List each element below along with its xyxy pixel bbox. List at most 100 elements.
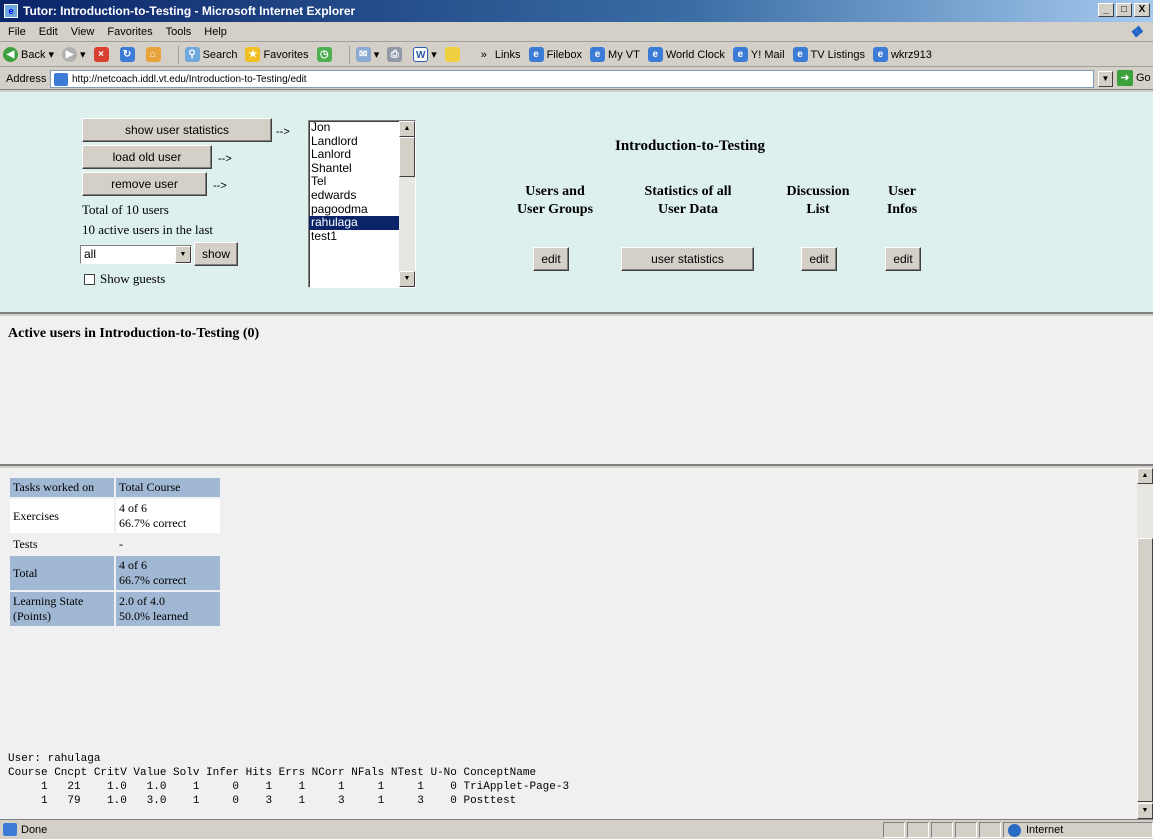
toolbar-separator (177, 45, 179, 64)
table-row: Exercises 4 of 6 66.7% correct (10, 499, 220, 533)
user-statistics-button[interactable]: user statistics (621, 247, 754, 271)
scroll-thumb[interactable] (399, 137, 415, 177)
table-header-cell: Tasks worked on (10, 478, 114, 497)
page-icon: e (528, 47, 544, 62)
list-item[interactable]: test1 (309, 229, 399, 244)
link-wkrz913[interactable]: e wkrz913 (872, 47, 932, 62)
table-header-cell: Total Course (116, 478, 220, 497)
discussion-list-edit-button[interactable]: edit (801, 247, 837, 271)
word-button[interactable]: W ▾ (413, 47, 437, 62)
windows-logo-icon: ❖ (1129, 24, 1143, 41)
link-label: World Clock (665, 48, 725, 61)
page-icon: e (792, 47, 808, 62)
scroll-down-icon[interactable]: ▼ (1137, 803, 1153, 819)
scroll-down-icon[interactable]: ▼ (399, 271, 415, 287)
status-panels: Internet (881, 822, 1153, 838)
history-button[interactable]: ◷ (316, 47, 335, 62)
mail-button[interactable]: ✉ ▾ (355, 47, 379, 62)
menu-file[interactable]: File (8, 26, 26, 38)
window-title: Tutor: Introduction-to-Testing - Microso… (23, 4, 356, 18)
menu-tools[interactable]: Tools (166, 26, 192, 38)
menu-bar: File Edit View Favorites Tools Help ❖ (0, 22, 1153, 42)
discussion-list-heading: Discussion List (786, 184, 850, 217)
list-item-selected[interactable]: rahulaga (309, 216, 399, 230)
list-item[interactable]: Lanlord (309, 148, 399, 162)
remove-user-button[interactable]: remove user (82, 172, 207, 196)
menu-view[interactable]: View (71, 26, 95, 38)
go-button[interactable]: ➜ Go (1117, 70, 1151, 86)
page-icon: e (872, 47, 888, 62)
status-text: Done (21, 823, 48, 836)
print-button[interactable]: ⎙ (387, 47, 405, 62)
favorites-button[interactable]: ★ Favorites (245, 47, 309, 62)
back-button[interactable]: ◀ Back ▾ (3, 47, 54, 62)
table-cell: 4 of 6 66.7% correct (116, 499, 220, 533)
link-my-vt[interactable]: e My VT (590, 47, 640, 62)
print-icon: ⎙ (387, 47, 403, 62)
ie-app-icon[interactable]: e (4, 4, 18, 18)
menu-favorites[interactable]: Favorites (107, 26, 152, 38)
list-item[interactable]: Landlord (309, 134, 399, 149)
load-old-user-button[interactable]: load old user (82, 145, 212, 169)
home-icon: ⌂ (145, 47, 161, 62)
list-item[interactable]: Shantel (309, 161, 399, 176)
show-button[interactable]: show (194, 242, 238, 266)
user-listbox[interactable]: Jon Landlord Lanlord Shantel Tel edwards… (308, 120, 416, 288)
users-groups-edit-button[interactable]: edit (533, 247, 569, 271)
forward-button[interactable]: ▶ ▾ (62, 47, 86, 62)
standard-toolbar: ◀ Back ▾ ▶ ▾ × ↻ ⌂ ⚲ Search ★ Favorites ◷… (0, 43, 1153, 67)
link-yahoo-mail[interactable]: e Y! Mail (732, 47, 785, 62)
arrow-label: --> (276, 126, 290, 138)
list-item[interactable]: Tel (309, 175, 399, 189)
link-world-clock[interactable]: e World Clock (647, 47, 725, 62)
window-title-bar[interactable]: e Tutor: Introduction-to-Testing - Micro… (0, 0, 1153, 22)
chevron-down-icon[interactable]: ▼ (175, 246, 191, 263)
security-zone[interactable]: Internet (1003, 822, 1153, 838)
search-button[interactable]: ⚲ Search (184, 47, 237, 62)
scroll-up-icon[interactable]: ▲ (399, 121, 415, 137)
table-cell: 4 of 6 66.7% correct (116, 556, 220, 590)
total-users-text: Total of 10 users (82, 202, 169, 217)
home-button[interactable]: ⌂ (145, 47, 164, 62)
minimize-button[interactable]: _ (1098, 3, 1114, 17)
users-groups-heading: Users and User Groups (516, 184, 594, 217)
refresh-button[interactable]: ↻ (119, 47, 138, 62)
period-select[interactable]: all ▼ (80, 245, 192, 264)
scroll-thumb[interactable] (1137, 538, 1153, 802)
list-item[interactable]: edwards (309, 188, 399, 203)
link-label: wkrz913 (890, 48, 932, 61)
list-item[interactable]: Jon (309, 121, 399, 135)
stop-button[interactable]: × (93, 47, 112, 62)
status-panel (931, 822, 953, 838)
links-label: Links (494, 48, 521, 61)
show-guests-checkbox[interactable] (84, 274, 95, 285)
page-scrollbar[interactable]: ▲ ▼ (1137, 468, 1153, 819)
listbox-scrollbar[interactable]: ▲ ▼ (399, 121, 415, 287)
report-header-line: Course Cncpt CritV Value Solv Infer Hits… (8, 767, 537, 779)
show-user-statistics-button[interactable]: show user statistics (82, 118, 272, 142)
messenger-button[interactable] (444, 47, 463, 62)
toolbar-separator (348, 45, 350, 64)
course-title: Introduction-to-Testing (614, 138, 766, 154)
status-panel (979, 822, 1001, 838)
table-row: Tests - (10, 535, 220, 554)
maximize-button[interactable]: □ (1116, 3, 1132, 17)
menu-edit[interactable]: Edit (39, 26, 58, 38)
scroll-up-icon[interactable]: ▲ (1137, 468, 1153, 484)
link-filebox[interactable]: e Filebox (528, 47, 583, 62)
link-label: Filebox (546, 48, 583, 61)
link-tv-listings[interactable]: e TV Listings (792, 47, 865, 62)
chevron-more-icon[interactable]: » (481, 49, 487, 61)
menu-help[interactable]: Help (204, 26, 227, 38)
status-bar: Done Internet (0, 819, 1153, 839)
user-infos-edit-button[interactable]: edit (885, 247, 921, 271)
arrow-label: --> (213, 180, 227, 192)
list-item[interactable]: pagoodma (309, 202, 399, 217)
address-input[interactable]: http://netcoach.iddl.vt.edu/Introduction… (50, 70, 1094, 88)
page-icon: e (647, 47, 663, 62)
favorites-star-icon: ★ (245, 47, 261, 62)
favorites-label: Favorites (263, 48, 309, 61)
close-button[interactable]: X (1134, 3, 1150, 17)
address-dropdown-arrow-icon[interactable]: ▼ (1098, 71, 1113, 87)
statistics-table: Tasks worked on Total Course Exercises 4… (8, 476, 222, 628)
